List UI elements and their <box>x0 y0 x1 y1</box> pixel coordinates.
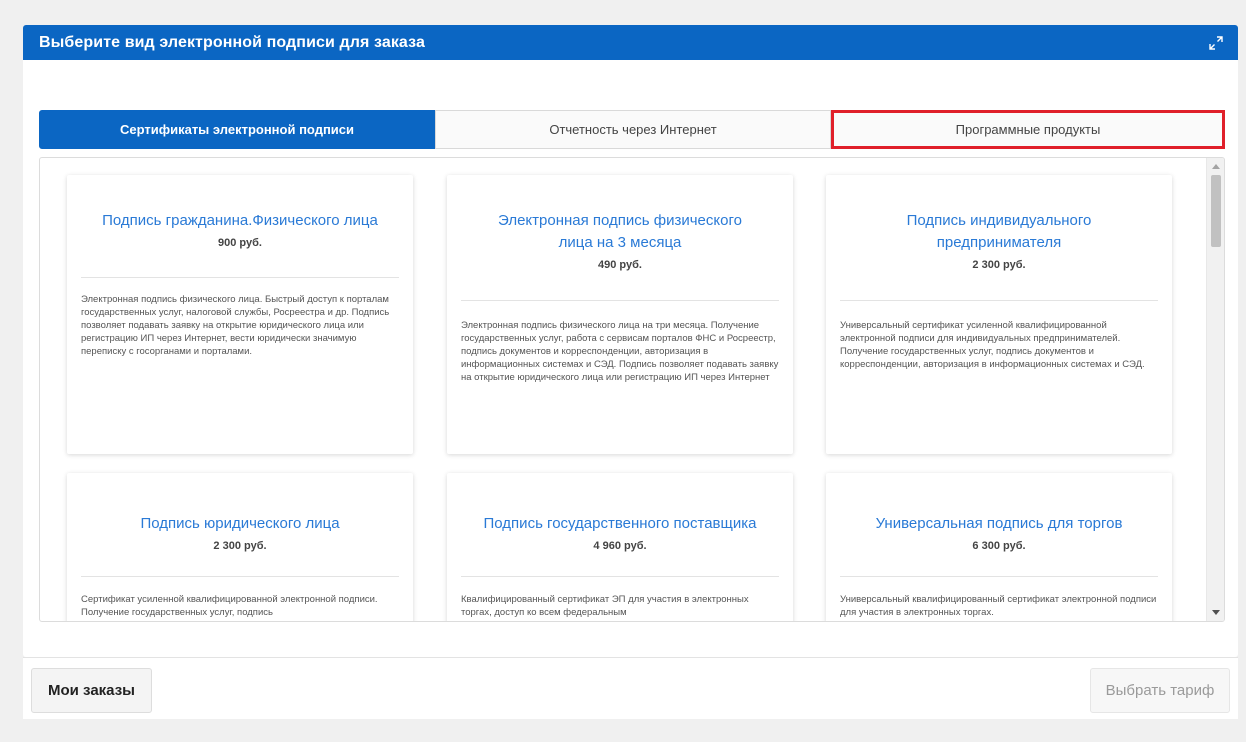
card-description: Квалифицированный сертификат ЭП для учас… <box>461 594 749 618</box>
card-price: 900 руб. <box>218 237 262 249</box>
product-card[interactable]: Подпись юридического лица 2 300 руб. Сер… <box>67 473 413 621</box>
my-orders-button[interactable]: Мои заказы <box>31 668 152 713</box>
card-title[interactable]: Универсальная подпись для торгов <box>842 513 1156 535</box>
cards-panel[interactable]: Подпись гражданина.Физического лица 900 … <box>39 157 1225 622</box>
scroll-up-icon[interactable] <box>1207 158 1224 174</box>
card-price: 490 руб. <box>598 259 642 271</box>
product-card[interactable]: Универсальная подпись для торгов 6 300 р… <box>826 473 1172 621</box>
vertical-scrollbar[interactable] <box>1206 158 1224 621</box>
dialog-title: Выберите вид электронной подписи для зак… <box>39 33 425 51</box>
card-title[interactable]: Подпись индивидуального предпринимателя <box>842 210 1156 254</box>
card-description: Универсальный сертификат усиленной квали… <box>840 320 1145 370</box>
scroll-down-icon[interactable] <box>1207 605 1224 621</box>
tab-label: Сертификаты электронной подписи <box>119 122 355 137</box>
card-title[interactable]: Подпись гражданина.Физического лица <box>83 210 397 232</box>
card-description: Электронная подпись физического лица на … <box>461 320 779 383</box>
card-title[interactable]: Электронная подпись физического лица на … <box>463 210 777 254</box>
tab-online-reporting[interactable]: Отчетность через Интернет <box>435 110 831 149</box>
card-grid: Подпись гражданина.Физического лица 900 … <box>40 158 1206 621</box>
order-dialog: Выберите вид электронной подписи для зак… <box>23 25 1238 657</box>
tab-certificates[interactable]: Сертификаты электронной подписи <box>39 110 435 149</box>
tab-software-products[interactable]: Программные продукты <box>831 110 1225 149</box>
card-price: 2 300 руб. <box>972 259 1026 271</box>
expand-icon[interactable] <box>1208 35 1224 51</box>
product-card[interactable]: Подпись государственного поставщика 4 96… <box>447 473 793 621</box>
product-card[interactable]: Подпись индивидуального предпринимателя … <box>826 175 1172 454</box>
product-card[interactable]: Подпись гражданина.Физического лица 900 … <box>67 175 413 454</box>
choose-tariff-button[interactable]: Выбрать тариф <box>1090 668 1230 713</box>
tab-bar: Сертификаты электронной подписи Отчетнос… <box>39 110 1225 149</box>
card-price: 4 960 руб. <box>593 540 647 552</box>
card-price: 2 300 руб. <box>213 540 267 552</box>
dialog-footer: Мои заказы Выбрать тариф <box>23 657 1238 719</box>
tab-label: Отчетность через Интернет <box>549 122 717 137</box>
card-title[interactable]: Подпись юридического лица <box>83 513 397 535</box>
scroll-thumb[interactable] <box>1211 175 1221 247</box>
card-description: Сертификат усиленной квалифицированной э… <box>81 594 378 618</box>
dialog-header: Выберите вид электронной подписи для зак… <box>23 25 1238 60</box>
product-card[interactable]: Электронная подпись физического лица на … <box>447 175 793 454</box>
card-price: 6 300 руб. <box>972 540 1026 552</box>
card-description: Универсальный квалифицированный сертифик… <box>840 594 1157 618</box>
card-description: Электронная подпись физического лица. Бы… <box>81 294 390 357</box>
tab-label: Программные продукты <box>955 122 1101 137</box>
card-title[interactable]: Подпись государственного поставщика <box>463 513 777 535</box>
